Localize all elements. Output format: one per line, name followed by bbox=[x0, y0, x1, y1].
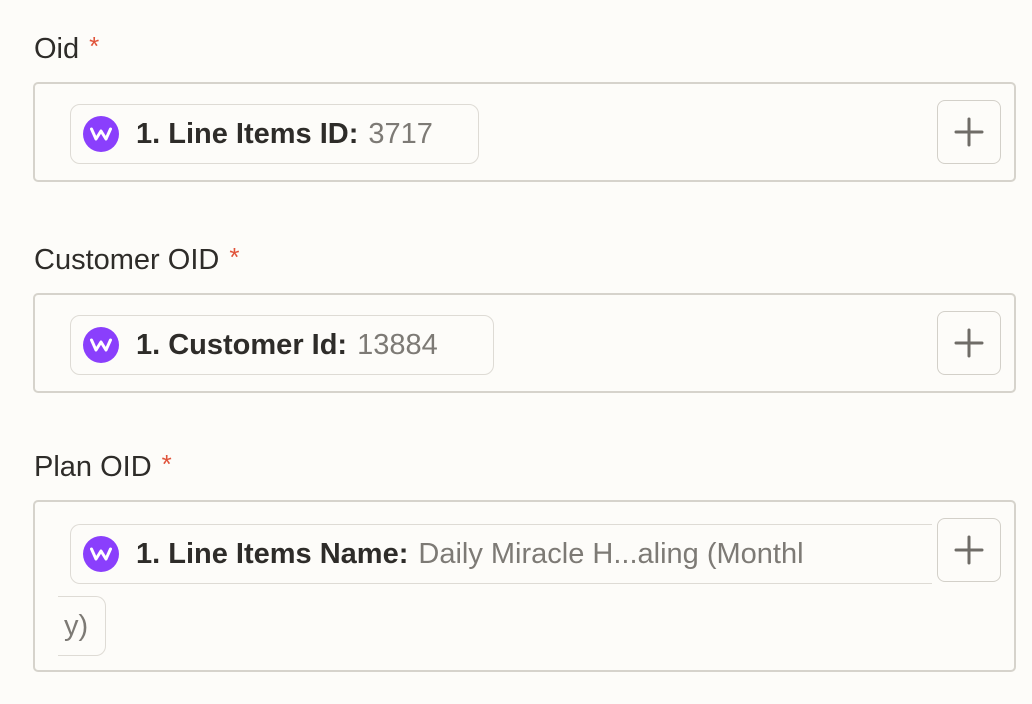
webhook-app-icon bbox=[83, 536, 119, 572]
plus-icon bbox=[954, 535, 984, 565]
plan-oid-add-button[interactable] bbox=[937, 518, 1001, 582]
oid-input[interactable]: 1. Line Items ID: 3717 bbox=[33, 82, 1016, 182]
plan-oid-mapped-value-pill[interactable]: 1. Line Items Name: Daily Miracle H...al… bbox=[70, 524, 932, 584]
plus-icon bbox=[954, 328, 984, 358]
oid-mapped-value-pill[interactable]: 1. Line Items ID: 3717 bbox=[70, 104, 479, 164]
customer-oid-add-button[interactable] bbox=[937, 311, 1001, 375]
pill-field-value: Daily Miracle H...aling (Monthl bbox=[418, 537, 804, 570]
webhook-app-icon bbox=[83, 327, 119, 363]
pill-field-value-continuation: y) bbox=[64, 609, 89, 642]
oid-add-button[interactable] bbox=[937, 100, 1001, 164]
required-asterisk: * bbox=[229, 242, 240, 272]
pill-field-value: 3717 bbox=[368, 117, 433, 150]
customer-oid-label-text: Customer OID bbox=[34, 244, 220, 276]
oid-label: Oid * bbox=[34, 33, 99, 65]
required-asterisk: * bbox=[161, 449, 172, 479]
oid-label-text: Oid bbox=[34, 33, 80, 65]
plan-oid-input[interactable]: 1. Line Items Name: Daily Miracle H...al… bbox=[33, 500, 1016, 672]
required-asterisk: * bbox=[89, 31, 100, 61]
customer-oid-input[interactable]: 1. Customer Id: 13884 bbox=[33, 293, 1016, 393]
pill-field-value: 13884 bbox=[357, 328, 438, 361]
plan-oid-pill-wrapped-continuation[interactable]: y) bbox=[58, 596, 106, 656]
plan-oid-label: Plan OID * bbox=[34, 451, 172, 483]
field-mapping-panel: Oid * 1. Line Items ID: 3717 Customer OID… bbox=[0, 0, 1032, 704]
customer-oid-label: Customer OID * bbox=[34, 244, 239, 276]
pill-field-name: 1. Line Items Name: bbox=[136, 537, 409, 570]
webhook-app-icon bbox=[83, 116, 119, 152]
pill-field-name: 1. Customer Id: bbox=[136, 328, 348, 361]
plan-oid-label-text: Plan OID bbox=[34, 451, 152, 483]
pill-field-name: 1. Line Items ID: bbox=[136, 117, 359, 150]
customer-oid-mapped-value-pill[interactable]: 1. Customer Id: 13884 bbox=[70, 315, 494, 375]
plus-icon bbox=[954, 117, 984, 147]
